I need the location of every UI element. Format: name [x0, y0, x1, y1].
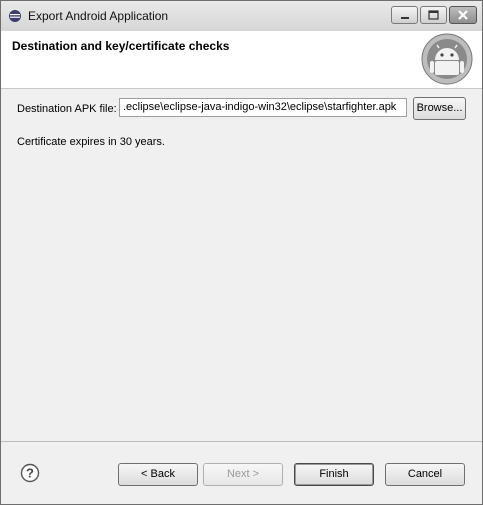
browse-button[interactable]: Browse... [413, 97, 466, 120]
wizard-header: Destination and key/certificate checks [1, 31, 482, 89]
android-logo-icon [421, 33, 473, 85]
title-bar[interactable]: Export Android Application [1, 1, 482, 31]
help-icon[interactable]: ? [20, 463, 40, 483]
cancel-button[interactable]: Cancel [385, 463, 465, 486]
export-dialog: Export Android Application Destination a… [0, 0, 483, 505]
next-button[interactable]: Next > [203, 463, 283, 486]
back-button[interactable]: < Back [118, 463, 198, 486]
destination-apk-field[interactable]: .eclipse\eclipse-java-indigo-win32\eclip… [119, 98, 407, 117]
minimize-button[interactable] [391, 6, 418, 24]
window-title: Export Android Application [28, 9, 169, 23]
maximize-button[interactable] [420, 6, 447, 24]
close-icon [458, 10, 468, 20]
maximize-icon [428, 10, 439, 20]
finish-button[interactable]: Finish [294, 463, 374, 486]
minimize-icon [401, 17, 409, 19]
footer-separator [1, 441, 482, 442]
certificate-expiry-message: Certificate expires in 30 years. [17, 136, 165, 148]
wizard-content: Destination APK file: .eclipse\eclipse-j… [1, 89, 482, 439]
destination-apk-label: Destination APK file: [17, 103, 117, 115]
svg-text:?: ? [26, 466, 34, 481]
page-title: Destination and key/certificate checks [12, 39, 230, 53]
close-button[interactable] [449, 6, 477, 24]
eclipse-icon [8, 9, 22, 23]
